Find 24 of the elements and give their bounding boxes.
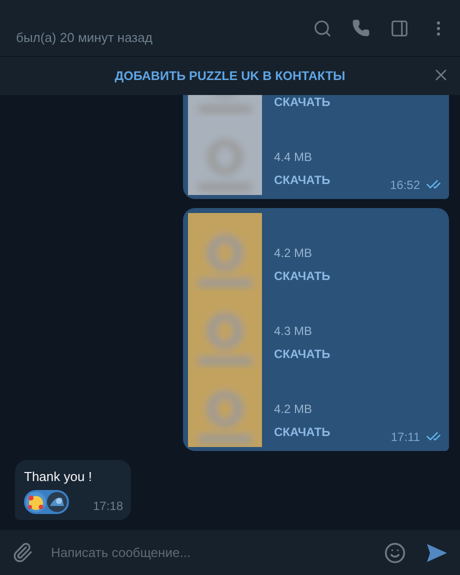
- file-size: 4.4 MB: [274, 150, 314, 164]
- message-input[interactable]: Написать сообщение...: [49, 544, 364, 561]
- message-input-bar[interactable]: Написать сообщение...: [0, 530, 460, 575]
- file-size: 4.3 MB: [274, 324, 314, 338]
- phone-icon[interactable]: [352, 19, 370, 37]
- download-link[interactable]: СКАЧАТЬ: [274, 173, 330, 187]
- download-link[interactable]: СКАЧАТЬ: [274, 269, 330, 283]
- message-time: 17:18: [92, 499, 123, 513]
- reaction-pill[interactable]: [24, 490, 69, 514]
- last-seen-status: был(а) 20 минут назад: [16, 30, 154, 44]
- download-link[interactable]: СКАЧАТЬ: [274, 425, 330, 439]
- message-time: 16:52: [390, 178, 420, 192]
- file-size: 4.2 MB: [274, 246, 314, 260]
- message-time: 17:11: [390, 430, 420, 444]
- message-text: Thank you !: [24, 469, 93, 484]
- attach-icon[interactable]: [12, 542, 33, 563]
- emoji-icon[interactable]: [384, 542, 406, 564]
- download-link[interactable]: СКАЧАТЬ: [274, 347, 330, 361]
- send-icon[interactable]: [426, 542, 448, 562]
- download-link[interactable]: СКАЧАТЬ: [274, 95, 330, 109]
- search-icon[interactable]: [313, 18, 332, 38]
- file-size: 4.2 MB: [274, 402, 314, 416]
- sidebar-toggle-icon[interactable]: [390, 18, 409, 38]
- add-contact-link[interactable]: ДОБАВИТЬ PUZZLE UK В КОНТАКТЫ: [114, 69, 346, 83]
